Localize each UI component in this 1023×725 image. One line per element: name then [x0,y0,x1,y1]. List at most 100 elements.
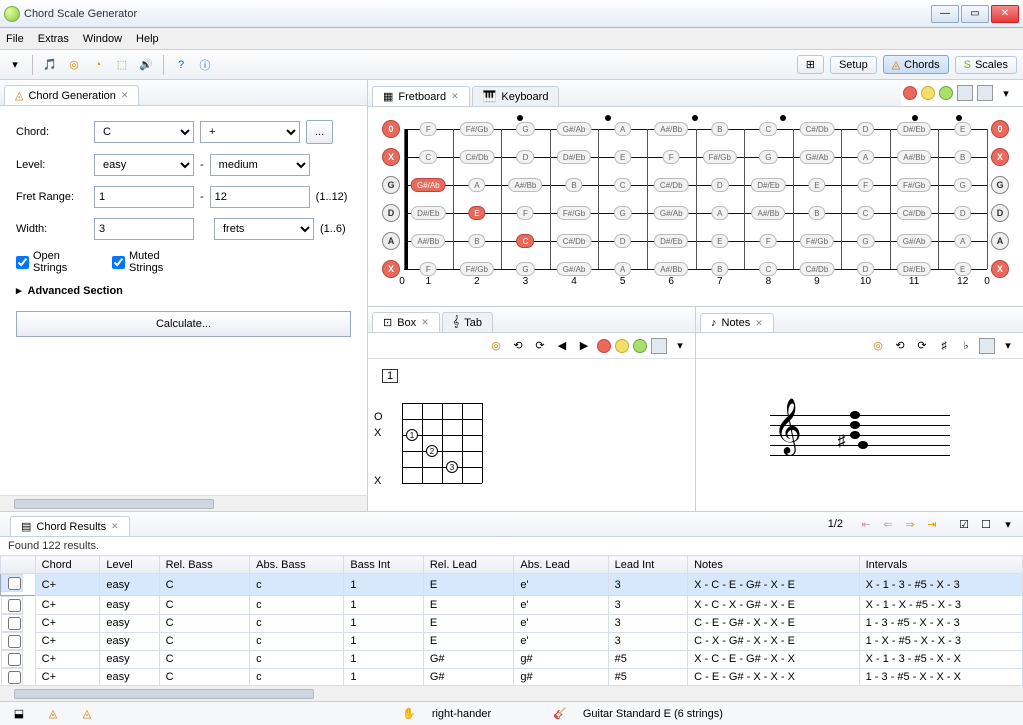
status-icon-1[interactable]: ⬓ [10,705,28,723]
menu-icon[interactable]: ▾ [999,337,1017,355]
table-row[interactable]: C+easyCc1G#g##5C - E - G# - X - X - X1 -… [1,668,1023,685]
tab-chord-results[interactable]: ▤ Chord Results ✕ [10,516,130,536]
row-checkbox[interactable] [1,574,23,592]
color-yellow-button[interactable] [921,86,935,100]
calculate-button[interactable]: Calculate... [16,311,351,337]
mode-scales-button[interactable]: SScales [955,56,1017,74]
mode-chords-button[interactable]: ◬Chords [883,55,949,74]
color-yellow-button[interactable] [615,339,629,353]
mode-layout-button[interactable]: ⊞ [797,55,824,74]
results-scrollbar[interactable] [0,685,1023,701]
menu-icon[interactable]: ▾ [997,84,1015,102]
next-icon[interactable]: ▶ [575,337,593,355]
color-green-button[interactable] [939,86,953,100]
prev-icon[interactable]: ◀ [553,337,571,355]
tool-icon[interactable]: ⟳ [531,337,549,355]
first-icon[interactable]: ⇤ [857,515,875,533]
minimize-button[interactable]: — [931,5,959,23]
next-icon[interactable]: ⇒ [901,515,919,533]
tab-notes[interactable]: ♪ Notes ✕ [700,313,774,332]
chord-quality-select[interactable]: + [200,121,300,143]
color-red-button[interactable] [903,86,917,100]
check-icon[interactable]: ☑ [955,515,973,533]
close-icon[interactable]: ✕ [451,91,459,102]
width-input[interactable] [94,218,194,240]
tool-icon[interactable]: ⟲ [509,337,527,355]
table-row[interactable]: C+easyCc1Ee'3X - C - X - G# - X - EX - 1… [1,596,1023,615]
tool-icon-4[interactable]: ⬚ [113,56,131,74]
open-strings-checkbox[interactable]: Open Strings [16,250,88,274]
menu-file[interactable]: File [6,33,24,45]
mode-setup-button[interactable]: Setup [830,56,877,74]
column-header[interactable]: Intervals [859,556,1022,574]
close-icon[interactable]: ✕ [755,318,763,329]
view-button[interactable] [979,338,995,354]
tab-keyboard[interactable]: 🎹 Keyboard [472,86,560,106]
column-header[interactable]: Abs. Bass [250,556,344,574]
color-red-button[interactable] [597,339,611,353]
tab-chord-generation[interactable]: ◬ Chord Generation ✕ [4,85,139,105]
target-icon[interactable]: ◎ [487,337,505,355]
row-checkbox[interactable] [1,668,23,685]
prev-icon[interactable]: ⇐ [879,515,897,533]
results-table[interactable]: ChordLevelRel. BassAbs. BassBass IntRel.… [0,555,1023,685]
close-icon[interactable]: ✕ [421,317,429,328]
column-header[interactable]: Level [100,556,159,574]
level-to-select[interactable]: medium [210,154,310,176]
column-header[interactable]: Rel. Lead [423,556,514,574]
uncheck-icon[interactable]: ☐ [977,515,995,533]
column-header[interactable]: Lead Int [608,556,688,574]
view-button[interactable] [651,338,667,354]
row-checkbox[interactable] [1,632,23,650]
tool-icon-3[interactable]: ◔ [89,56,107,74]
menu-extras[interactable]: Extras [38,33,69,45]
table-row[interactable]: C+easyCc1G#g##5X - C - E - G# - X - XX -… [1,650,1023,668]
status-icon-3[interactable]: ◬ [78,705,96,723]
info-icon[interactable]: ⓘ [196,56,214,74]
column-header[interactable]: Bass Int [344,556,423,574]
fret-from-input[interactable] [94,186,194,208]
tab-tab[interactable]: 𝄞 Tab [442,312,493,332]
view-button-2[interactable] [977,85,993,101]
row-checkbox[interactable] [1,650,23,668]
menu-icon[interactable]: ▾ [999,515,1017,533]
tab-fretboard[interactable]: ▦ Fretboard ✕ [372,86,470,106]
table-row[interactable]: C+easyCc1Ee'3C - E - G# - X - X - E1 - 3… [1,614,1023,632]
view-button-1[interactable] [957,85,973,101]
column-header[interactable] [1,556,36,574]
chord-root-select[interactable]: C [94,121,194,143]
width-unit-select[interactable]: frets [214,218,314,240]
advanced-section-toggle[interactable]: ▸ Advanced Section [16,284,351,297]
close-icon[interactable]: ✕ [111,521,119,532]
tool-icon[interactable]: ⟳ [913,337,931,355]
close-button[interactable]: ✕ [991,5,1019,23]
target-icon[interactable]: ◎ [869,337,887,355]
column-header[interactable]: Rel. Bass [159,556,250,574]
tab-box[interactable]: ⊡ Box ✕ [372,312,440,332]
menu-icon[interactable]: ▾ [671,337,689,355]
row-checkbox[interactable] [1,596,23,614]
fret-to-input[interactable] [210,186,310,208]
left-scrollbar[interactable] [0,495,367,511]
color-green-button[interactable] [633,339,647,353]
level-from-select[interactable]: easy [94,154,194,176]
maximize-button[interactable]: ▭ [961,5,989,23]
table-row[interactable]: C+easyCc1Ee'3C - X - G# - X - X - E1 - X… [1,632,1023,650]
row-checkbox[interactable] [1,614,23,632]
status-icon-2[interactable]: ◬ [44,705,62,723]
column-header[interactable]: Abs. Lead [514,556,608,574]
menu-window[interactable]: Window [83,33,122,45]
sharp-icon[interactable]: ♯ [935,337,953,355]
menu-help[interactable]: Help [136,33,159,45]
chord-more-button[interactable]: ... [306,120,333,144]
flat-icon[interactable]: ♭ [957,337,975,355]
tool-icon-1[interactable]: 🎵 [41,56,59,74]
help-icon[interactable]: ? [172,56,190,74]
dropdown-icon[interactable]: ▾ [6,56,24,74]
muted-strings-checkbox[interactable]: Muted Strings [112,250,184,274]
column-header[interactable]: Notes [688,556,860,574]
tool-icon-5[interactable]: 🔊 [137,56,155,74]
table-row[interactable]: C+easyCc1Ee'3X - C - E - G# - X - EX - 1… [1,574,1023,596]
tool-icon-2[interactable]: ◎ [65,56,83,74]
last-icon[interactable]: ⇥ [923,515,941,533]
